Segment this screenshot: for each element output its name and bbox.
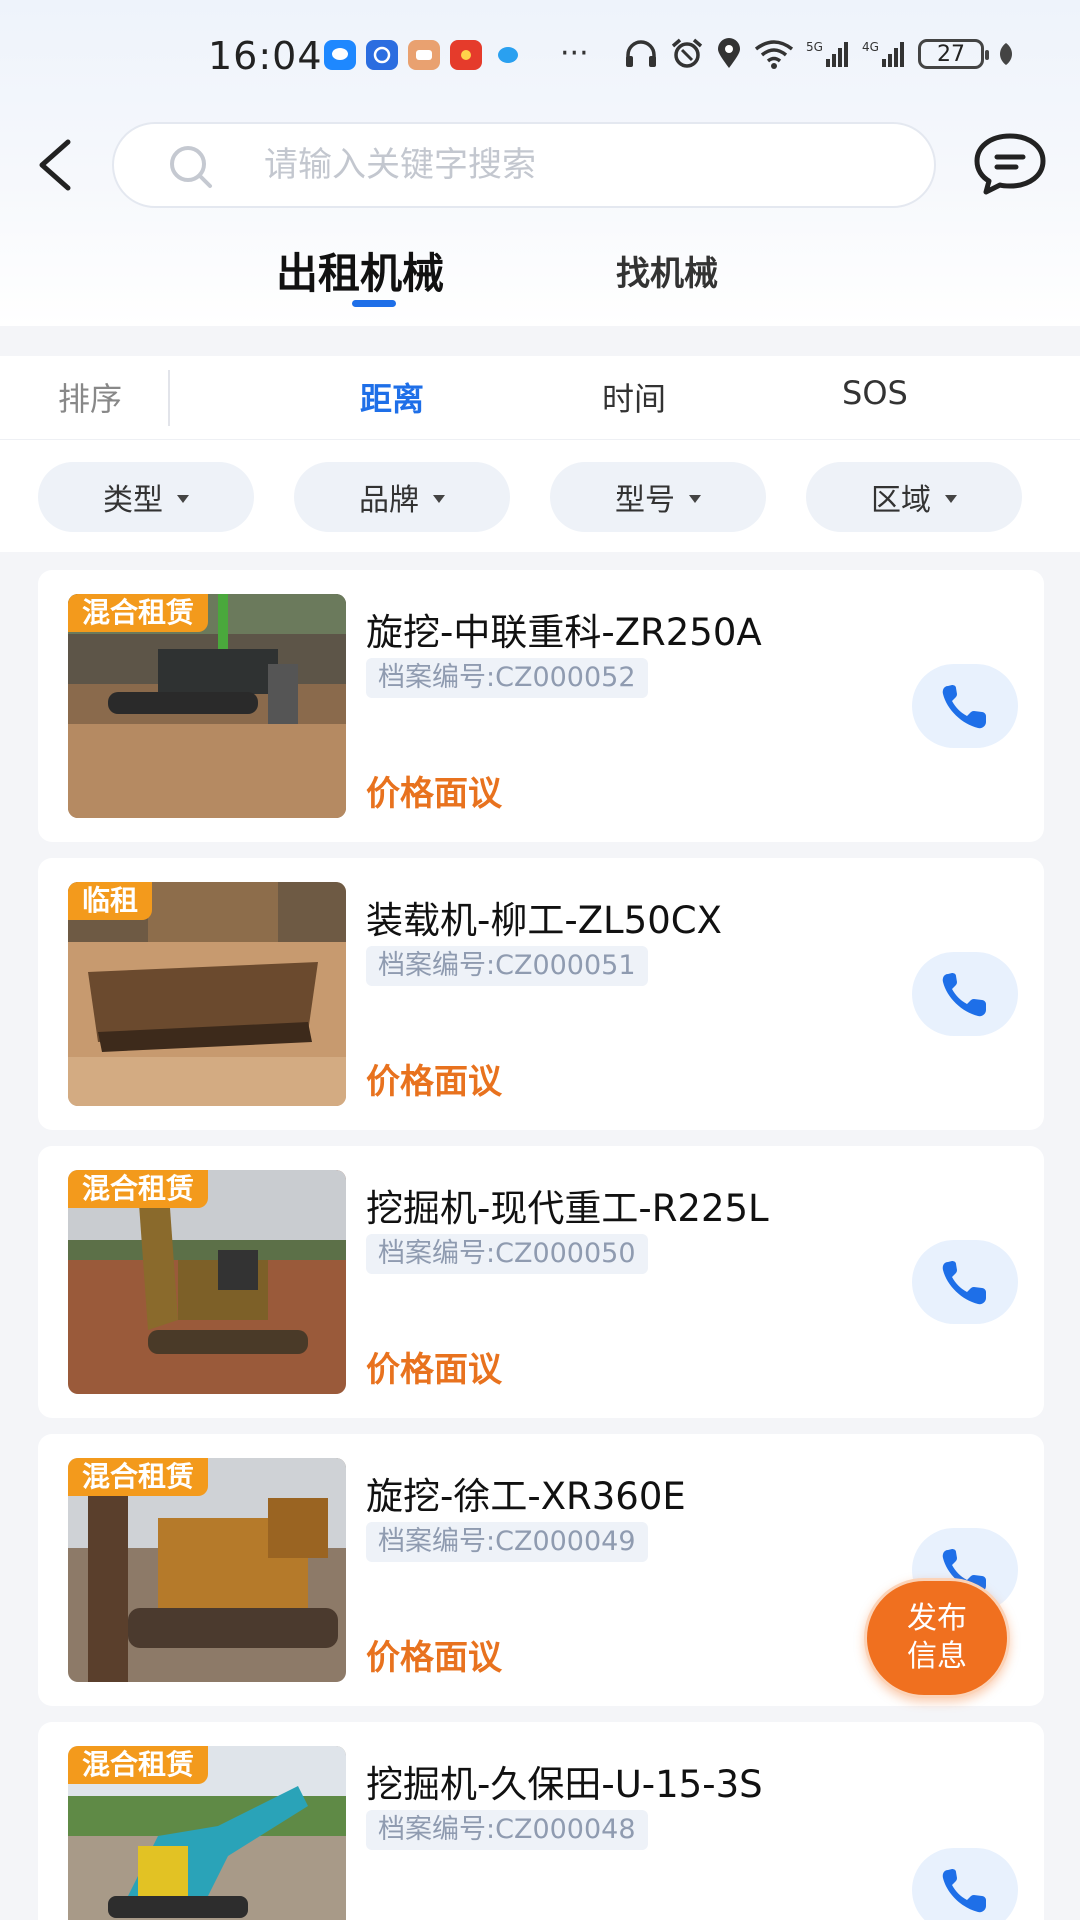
machine-photo: 混合租赁: [68, 1170, 346, 1394]
bird-icon: [492, 40, 524, 70]
search-input[interactable]: [264, 124, 904, 206]
machinery-rental-page: 16:04 ··· 5G 4G 27 请输入关键字搜索 出租机械 找机械 排序 …: [0, 0, 1080, 1920]
filter-type[interactable]: 类型: [38, 462, 254, 532]
sort-label: 排序: [58, 380, 123, 418]
publish-label-line2: 信息: [907, 1639, 967, 1674]
listing-title: 装载机-柳工-ZL50CX: [366, 899, 722, 942]
alarm-icon: [671, 38, 703, 68]
listing-card[interactable]: 混合租赁 挖掘机-久保田-U-15-3S 档案编号:CZ000048: [38, 1722, 1044, 1920]
listing-card[interactable]: 混合租赁 挖掘机-现代重工-R225L 档案编号:CZ000050 价格面议: [38, 1146, 1044, 1418]
red-packet-icon: [450, 40, 482, 70]
machine-photo: 混合租赁: [68, 1458, 346, 1682]
filter-label: 区域: [871, 483, 931, 518]
sort-time[interactable]: 时间: [602, 374, 666, 420]
listing-card[interactable]: 混合租赁 旋挖-中联重科-ZR250A 档案编号:CZ000052 价格面议: [38, 570, 1044, 842]
svg-text:5G: 5G: [806, 40, 823, 54]
active-tab-indicator: [352, 300, 396, 307]
rental-type-tag: 临租: [68, 882, 153, 920]
sort-divider: [168, 370, 170, 426]
mail-icon: [408, 40, 440, 70]
listing-price: 价格面议: [366, 774, 502, 814]
listing-code: 档案编号:CZ000050: [366, 1234, 648, 1274]
svg-text:4G: 4G: [862, 40, 879, 54]
listing-title: 旋挖-徐工-XR360E: [366, 1475, 686, 1518]
call-button[interactable]: [912, 1240, 1018, 1324]
system-icons: 5G 4G 27: [624, 38, 1016, 70]
message-button[interactable]: [972, 130, 1048, 198]
rental-type-tag: 混合租赁: [68, 1170, 209, 1208]
publish-info-button[interactable]: 发布 信息: [864, 1578, 1010, 1698]
signal-5g-icon: 5G: [806, 40, 848, 67]
listing-price: 价格面议: [366, 1350, 502, 1390]
filter-model[interactable]: 型号: [550, 462, 766, 532]
leaf-icon: [1000, 43, 1012, 65]
call-button[interactable]: [912, 952, 1018, 1036]
filter-label: 品牌: [359, 483, 419, 518]
machine-photo: 临租: [68, 882, 346, 1106]
listing-title: 挖掘机-现代重工-R225L: [366, 1187, 769, 1230]
status-bar: 16:04 ··· 5G 4G 27: [0, 30, 1080, 82]
filter-label: 类型: [103, 483, 163, 518]
top-bar: [0, 118, 1080, 214]
listing-price: 价格面议: [366, 1638, 502, 1678]
listing-card[interactable]: 临租 装载机-柳工-ZL50CX 档案编号:CZ000051 价格面议: [38, 858, 1044, 1130]
wifi-icon: [754, 40, 794, 69]
tab-find-machinery[interactable]: 找机械: [616, 246, 718, 295]
machine-photo: 混合租赁: [68, 1746, 346, 1920]
publish-label-line1: 发布: [907, 1601, 967, 1636]
status-time: 16:04: [208, 34, 323, 78]
listing-code: 档案编号:CZ000052: [366, 658, 648, 698]
listing-code: 档案编号:CZ000048: [366, 1810, 648, 1850]
rental-type-tag: 混合租赁: [68, 594, 209, 632]
sort-distance[interactable]: 距离: [360, 374, 424, 420]
rental-type-tag: 混合租赁: [68, 1746, 209, 1784]
listing-price: 价格面议: [366, 1062, 502, 1102]
tab-rent-out[interactable]: 出租机械: [276, 240, 444, 301]
machine-photo: 混合租赁: [68, 594, 346, 818]
sort-sos[interactable]: SOS: [842, 374, 908, 412]
more-dots-icon: ···: [560, 36, 589, 71]
caret-down-icon: [945, 495, 957, 503]
call-button[interactable]: [912, 1848, 1018, 1920]
message-bubble-icon: [974, 133, 1046, 195]
phone-icon: [942, 685, 986, 729]
filter-brand[interactable]: 品牌: [294, 462, 510, 532]
phone-icon: [942, 973, 986, 1017]
back-button[interactable]: [30, 132, 80, 198]
call-button[interactable]: [912, 664, 1018, 748]
listing-code: 档案编号:CZ000049: [366, 1522, 648, 1562]
header: 16:04 ··· 5G 4G 27 请输入关键字搜索 出租机械 找机械: [0, 0, 1080, 326]
listing-code: 档案编号:CZ000051: [366, 946, 648, 986]
location-icon: [718, 38, 740, 68]
filter-label: 型号: [615, 483, 675, 518]
listing-title: 旋挖-中联重科-ZR250A: [366, 611, 762, 654]
phone-icon: [942, 1261, 986, 1305]
main-tabs: 出租机械 找机械: [0, 240, 1080, 320]
search-icon: [170, 146, 212, 188]
sort-bar: 排序 距离 时间 SOS: [0, 356, 1080, 440]
chat-icon: [366, 40, 398, 70]
caret-down-icon: [177, 495, 189, 503]
battery-icon: 27: [918, 39, 989, 69]
notification-icons: [324, 40, 524, 70]
message-icon: [324, 40, 356, 70]
rental-type-tag: 混合租赁: [68, 1458, 209, 1496]
phone-icon: [942, 1869, 986, 1913]
back-arrow-icon: [39, 139, 71, 191]
listing-title: 挖掘机-久保田-U-15-3S: [366, 1763, 763, 1806]
search-bar[interactable]: [112, 122, 936, 208]
battery-level: 27: [937, 41, 965, 67]
filter-bar: 类型 品牌 型号 区域: [0, 440, 1080, 552]
signal-4g-icon: 4G: [862, 40, 904, 67]
filter-region[interactable]: 区域: [806, 462, 1022, 532]
caret-down-icon: [433, 495, 445, 503]
headphones-icon: [626, 40, 656, 67]
caret-down-icon: [689, 495, 701, 503]
